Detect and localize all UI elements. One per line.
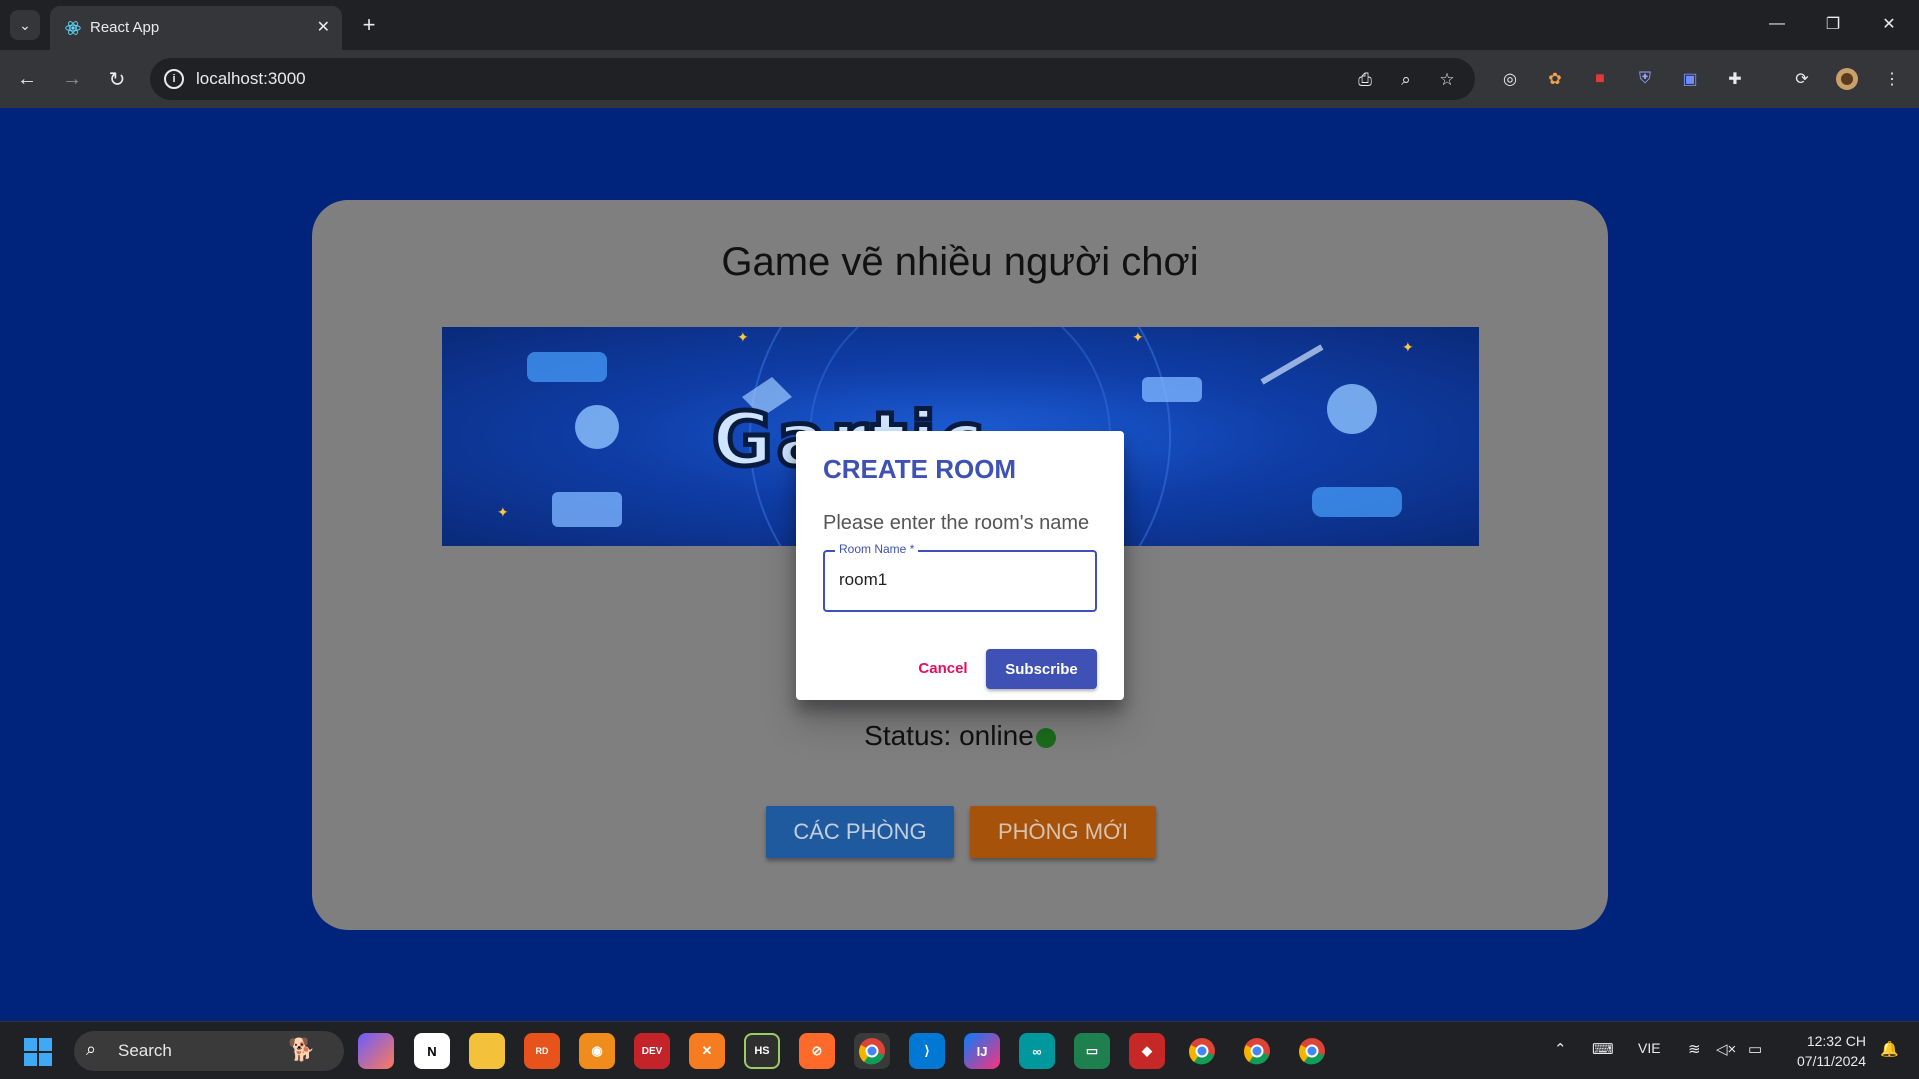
intellij-icon[interactable]: IJ [964, 1033, 1000, 1069]
svg-text:✦: ✦ [737, 329, 749, 345]
react-icon [65, 21, 81, 35]
reload-button[interactable]: ↻ [100, 62, 134, 96]
vscode-icon[interactable]: ⟩ [909, 1033, 945, 1069]
rooms-button[interactable]: CÁC PHÒNG [766, 806, 954, 858]
file-explorer-icon[interactable] [469, 1033, 505, 1069]
dialog-title: CREATE ROOM [823, 454, 1017, 484]
back-button[interactable]: ← [10, 62, 44, 96]
cookie-extension-icon[interactable]: ✿ [1541, 65, 1569, 93]
notification-bell-icon[interactable]: 🔔 [1880, 1040, 1899, 1058]
svg-text:✦: ✦ [497, 504, 509, 520]
browser-tab[interactable]: React App ✕ [50, 6, 342, 50]
battery-icon[interactable]: ▭ [1748, 1040, 1762, 1058]
taskbar-search[interactable]: ⌕ Search 🐕 [74, 1031, 344, 1071]
browser-menu-icon[interactable]: ⋮ [1878, 65, 1906, 93]
app-orange-icon[interactable]: ◉ [579, 1033, 615, 1069]
status-online-dot [1035, 728, 1056, 748]
devcpp-icon[interactable]: DEV [634, 1033, 670, 1069]
tab-title: React App [90, 19, 160, 36]
room-name-field[interactable]: Room Name * [823, 542, 1097, 612]
xampp-icon[interactable]: ✕ [689, 1033, 725, 1069]
room-name-label: Room Name * [835, 542, 919, 556]
status-text: Status: online [864, 720, 1034, 751]
minimize-button[interactable]: — [1754, 8, 1800, 40]
dog-illustration-icon: 🐕 [288, 1037, 316, 1062]
subscribe-button[interactable]: Subscribe [986, 649, 1097, 689]
clock-time: 12:32 CH [1806, 1033, 1866, 1049]
restore-button[interactable]: ❐ [1810, 8, 1856, 40]
profile-avatar-icon[interactable] [1833, 65, 1861, 93]
url-text[interactable]: localhost:3000 [196, 69, 306, 89]
taskbar: ⌕ Search 🐕 N RD ◉ DEV ✕ HS ⊘ ⟩ IJ ∞ ▭ ◆ … [0, 1021, 1919, 1079]
compass-extension-icon[interactable]: ◎ [1496, 65, 1524, 93]
new-tab-button[interactable]: + [354, 10, 384, 40]
dialog-description: Please enter the room's name [823, 512, 1090, 534]
notion-icon[interactable]: N [414, 1033, 450, 1069]
language-indicator[interactable]: VIE [1638, 1040, 1661, 1056]
reader-icon[interactable]: RD [524, 1033, 560, 1069]
status-line: Status: online [312, 720, 1608, 752]
search-label: Search [118, 1041, 172, 1060]
page-title: Game vẽ nhiều người chơi [721, 240, 1199, 284]
create-room-dialog: CREATE ROOM Please enter the room's name… [796, 431, 1124, 700]
svg-text:✦: ✦ [1132, 329, 1144, 345]
hs-app-icon[interactable]: HS [744, 1033, 780, 1069]
keyboard-icon[interactable]: ⌨ [1592, 1040, 1614, 1058]
wifi-icon[interactable]: ≋ [1688, 1040, 1701, 1058]
performance-icon[interactable]: ⟳ [1788, 65, 1816, 93]
tray-chevron-up-icon[interactable]: ⌃ [1554, 1040, 1567, 1058]
zoom-icon[interactable]: ⌕ [1393, 67, 1419, 93]
copilot-icon[interactable] [358, 1033, 394, 1069]
volume-muted-icon[interactable]: ◁× [1716, 1040, 1736, 1058]
close-window-button[interactable]: ✕ [1866, 8, 1912, 40]
forward-button[interactable]: → [55, 62, 89, 96]
bookmark-star-icon[interactable]: ☆ [1434, 67, 1460, 93]
clock-date: 07/11/2024 [1796, 1053, 1866, 1069]
shield-extension-icon[interactable]: ⛨ [1631, 65, 1659, 93]
chrome-profile-icon[interactable] [1184, 1033, 1220, 1069]
tab-search-button[interactable]: ⌄ [10, 10, 40, 40]
chrome-profile-3-icon[interactable] [1294, 1033, 1330, 1069]
room-name-input[interactable] [839, 570, 1079, 590]
address-bar[interactable]: i localhost:3000 ⎙ ⌕ ☆ [150, 58, 1475, 100]
extensions-puzzle-icon[interactable]: ✚ [1721, 65, 1749, 93]
browser-toolbar: ← → ↻ i localhost:3000 ⎙ ⌕ ☆ ◎ ✿ ■ ⛨ ▣ ✚… [0, 50, 1919, 108]
close-tab-icon[interactable]: ✕ [317, 17, 330, 37]
chrome-profile-2-icon[interactable] [1239, 1033, 1275, 1069]
svg-text:✦: ✦ [1402, 339, 1414, 355]
cancel-button[interactable]: Cancel [908, 649, 978, 687]
translate-extension-icon[interactable]: ▣ [1676, 65, 1704, 93]
arduino-icon[interactable]: ∞ [1019, 1033, 1055, 1069]
windows-start-icon[interactable] [24, 1038, 52, 1066]
taskbar-clock[interactable]: 12:32 CH 07/11/2024 [1780, 1031, 1866, 1071]
chrome-active-icon[interactable] [854, 1033, 890, 1069]
git-app-icon[interactable]: ◆ [1129, 1033, 1165, 1069]
install-app-icon[interactable]: ⎙ [1352, 67, 1378, 93]
search-icon: ⌕ [86, 1039, 97, 1059]
site-info-icon[interactable]: i [164, 69, 184, 89]
red-extension-icon[interactable]: ■ [1586, 65, 1614, 93]
browser-tab-bar: ⌄ React App ✕ + — ❐ ✕ [0, 0, 1919, 50]
postman-icon[interactable]: ⊘ [799, 1033, 835, 1069]
android-studio-icon[interactable]: ▭ [1074, 1033, 1110, 1069]
new-room-button[interactable]: PHÒNG MỚI [970, 806, 1156, 858]
